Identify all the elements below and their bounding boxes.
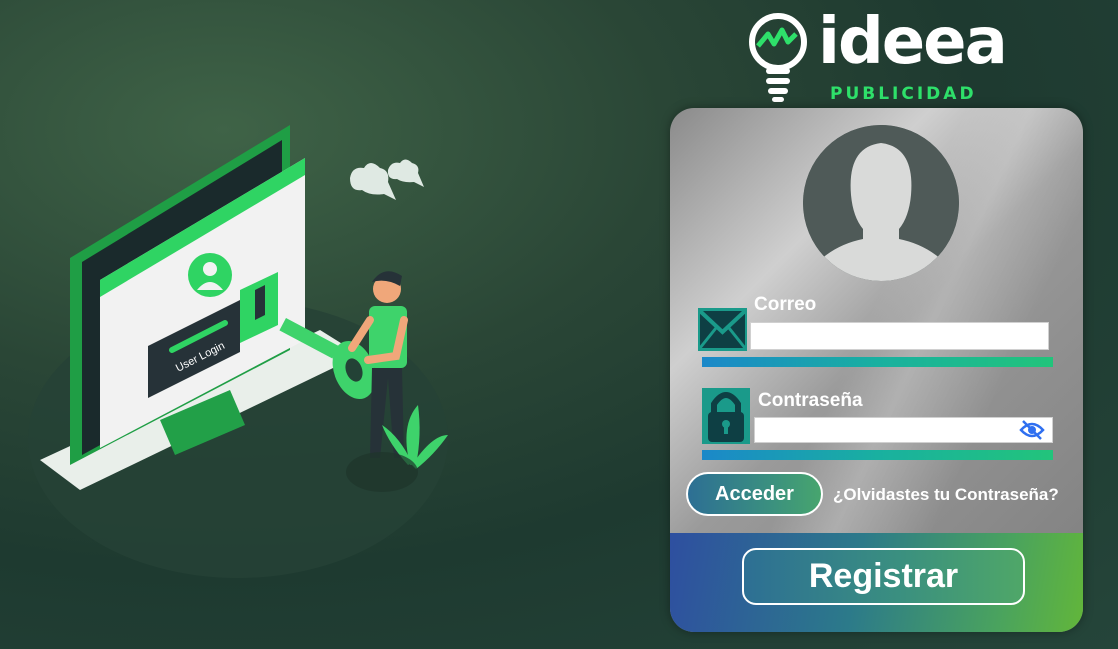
avatar-silhouette-icon xyxy=(803,125,959,281)
email-field[interactable] xyxy=(750,322,1049,350)
mail-icon xyxy=(698,308,747,351)
email-label: Correo xyxy=(754,294,817,315)
lock-icon xyxy=(702,388,750,444)
login-illustration: User Login xyxy=(40,125,448,492)
register-band: Registrar xyxy=(670,533,1083,632)
password-underline-bar xyxy=(702,450,1053,460)
brand-tagline: PUBLICIDAD xyxy=(830,84,977,104)
password-label: Contraseña xyxy=(758,390,863,411)
password-field[interactable] xyxy=(754,417,1053,443)
login-card: Correo Contraseña Acceder ¿Olvidastes tu… xyxy=(670,108,1083,632)
eye-slash-icon[interactable] xyxy=(1019,419,1045,441)
avatar xyxy=(803,125,959,281)
lightbulb-logo-icon xyxy=(749,13,807,102)
brand-name: ideea xyxy=(818,5,1008,79)
brand-logo: ideea PUBLICIDAD xyxy=(748,8,1008,108)
cloud-icon xyxy=(350,159,424,200)
acceder-button[interactable]: Acceder xyxy=(686,472,823,516)
register-button[interactable]: Registrar xyxy=(742,548,1025,605)
forgot-password-link[interactable]: ¿Olvidastes tu Contraseña? xyxy=(833,485,1059,505)
email-underline-bar xyxy=(702,357,1053,367)
